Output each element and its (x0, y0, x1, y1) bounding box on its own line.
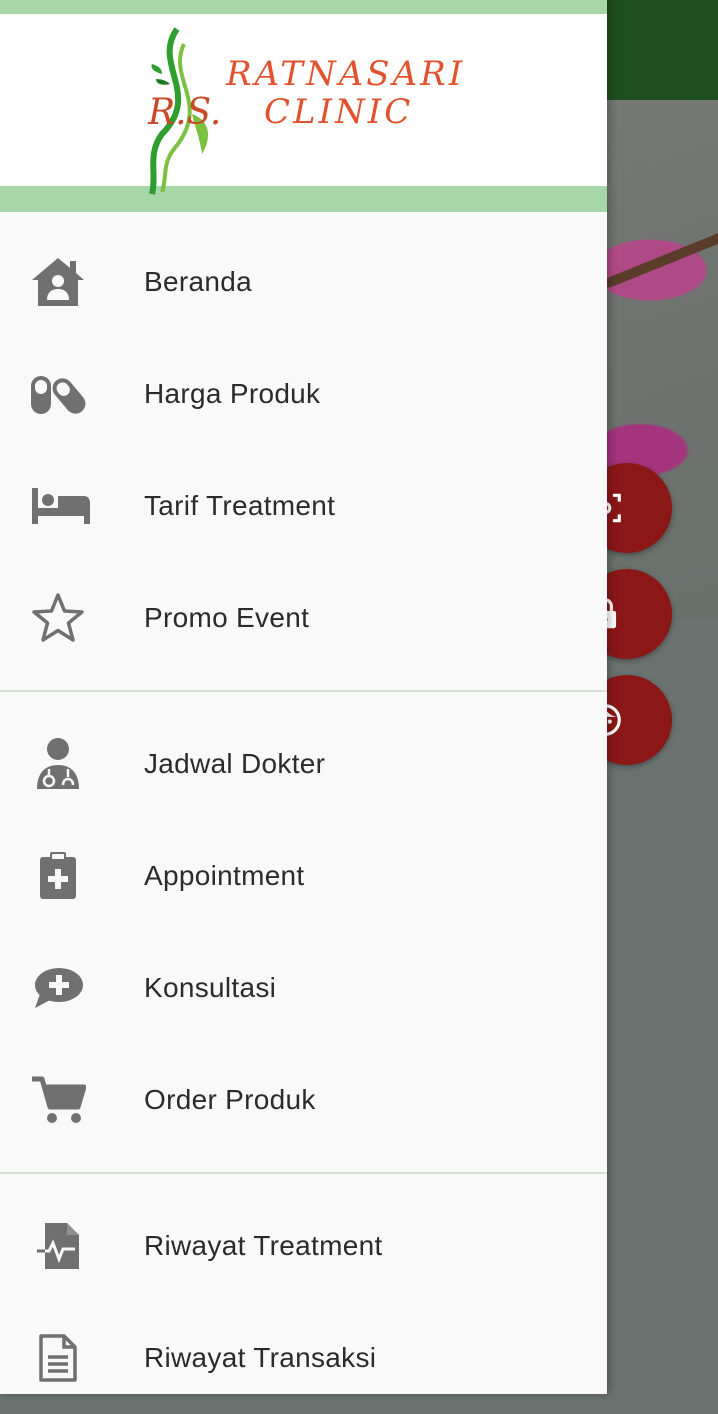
menu-item-beranda[interactable]: Beranda (0, 226, 607, 338)
home-user-icon (28, 252, 88, 312)
doctor-icon (28, 734, 88, 794)
logo-rs-text: R.S. (148, 92, 222, 133)
clipboard-plus-icon (28, 846, 88, 906)
menu-label: Order Produk (144, 1084, 316, 1115)
menu-label: Appointment (144, 860, 305, 891)
clinic-logo: R.S. RATNASARI CLINIC (0, 14, 607, 195)
drawer-header: R.S. RATNASARI CLINIC (0, 0, 607, 212)
menu-item-order-produk[interactable]: Order Produk (0, 1044, 607, 1156)
menu-label: Promo Event (144, 602, 310, 633)
menu-item-appointment[interactable]: Appointment (0, 820, 607, 932)
menu-label: Harga Produk (144, 378, 321, 409)
star-outline-icon (28, 588, 88, 648)
navigation-drawer: R.S. RATNASARI CLINIC Beranda Harga Prod… (0, 0, 607, 1394)
menu-label: Tarif Treatment (144, 490, 336, 521)
document-icon (28, 1328, 88, 1388)
menu-item-konsultasi[interactable]: Konsultasi (0, 932, 607, 1044)
menu-label: Jadwal Dokter (144, 748, 326, 779)
bed-icon (28, 476, 94, 536)
logo-subtitle: CLINIC (264, 92, 414, 132)
menu-label: Riwayat Transaksi (144, 1342, 377, 1373)
menu-label: Beranda (144, 266, 252, 297)
menu-item-riwayat-transaksi[interactable]: Riwayat Transaksi (0, 1302, 607, 1414)
logo-title: RATNASARI (226, 54, 466, 94)
chat-plus-icon (28, 958, 88, 1018)
cart-icon (28, 1070, 88, 1130)
drawer-menu: Beranda Harga Produk Tarif Treatment Pro… (0, 212, 607, 1414)
menu-item-harga-produk[interactable]: Harga Produk (0, 338, 607, 450)
menu-item-jadwal-dokter[interactable]: Jadwal Dokter (0, 708, 607, 820)
menu-item-promo-event[interactable]: Promo Event (0, 562, 607, 674)
file-pulse-icon (28, 1216, 88, 1276)
menu-item-tarif-treatment[interactable]: Tarif Treatment (0, 450, 607, 562)
pills-icon (28, 364, 88, 424)
menu-item-riwayat-treatment[interactable]: Riwayat Treatment (0, 1190, 607, 1302)
menu-label: Riwayat Treatment (144, 1230, 383, 1261)
menu-label: Konsultasi (144, 972, 277, 1003)
